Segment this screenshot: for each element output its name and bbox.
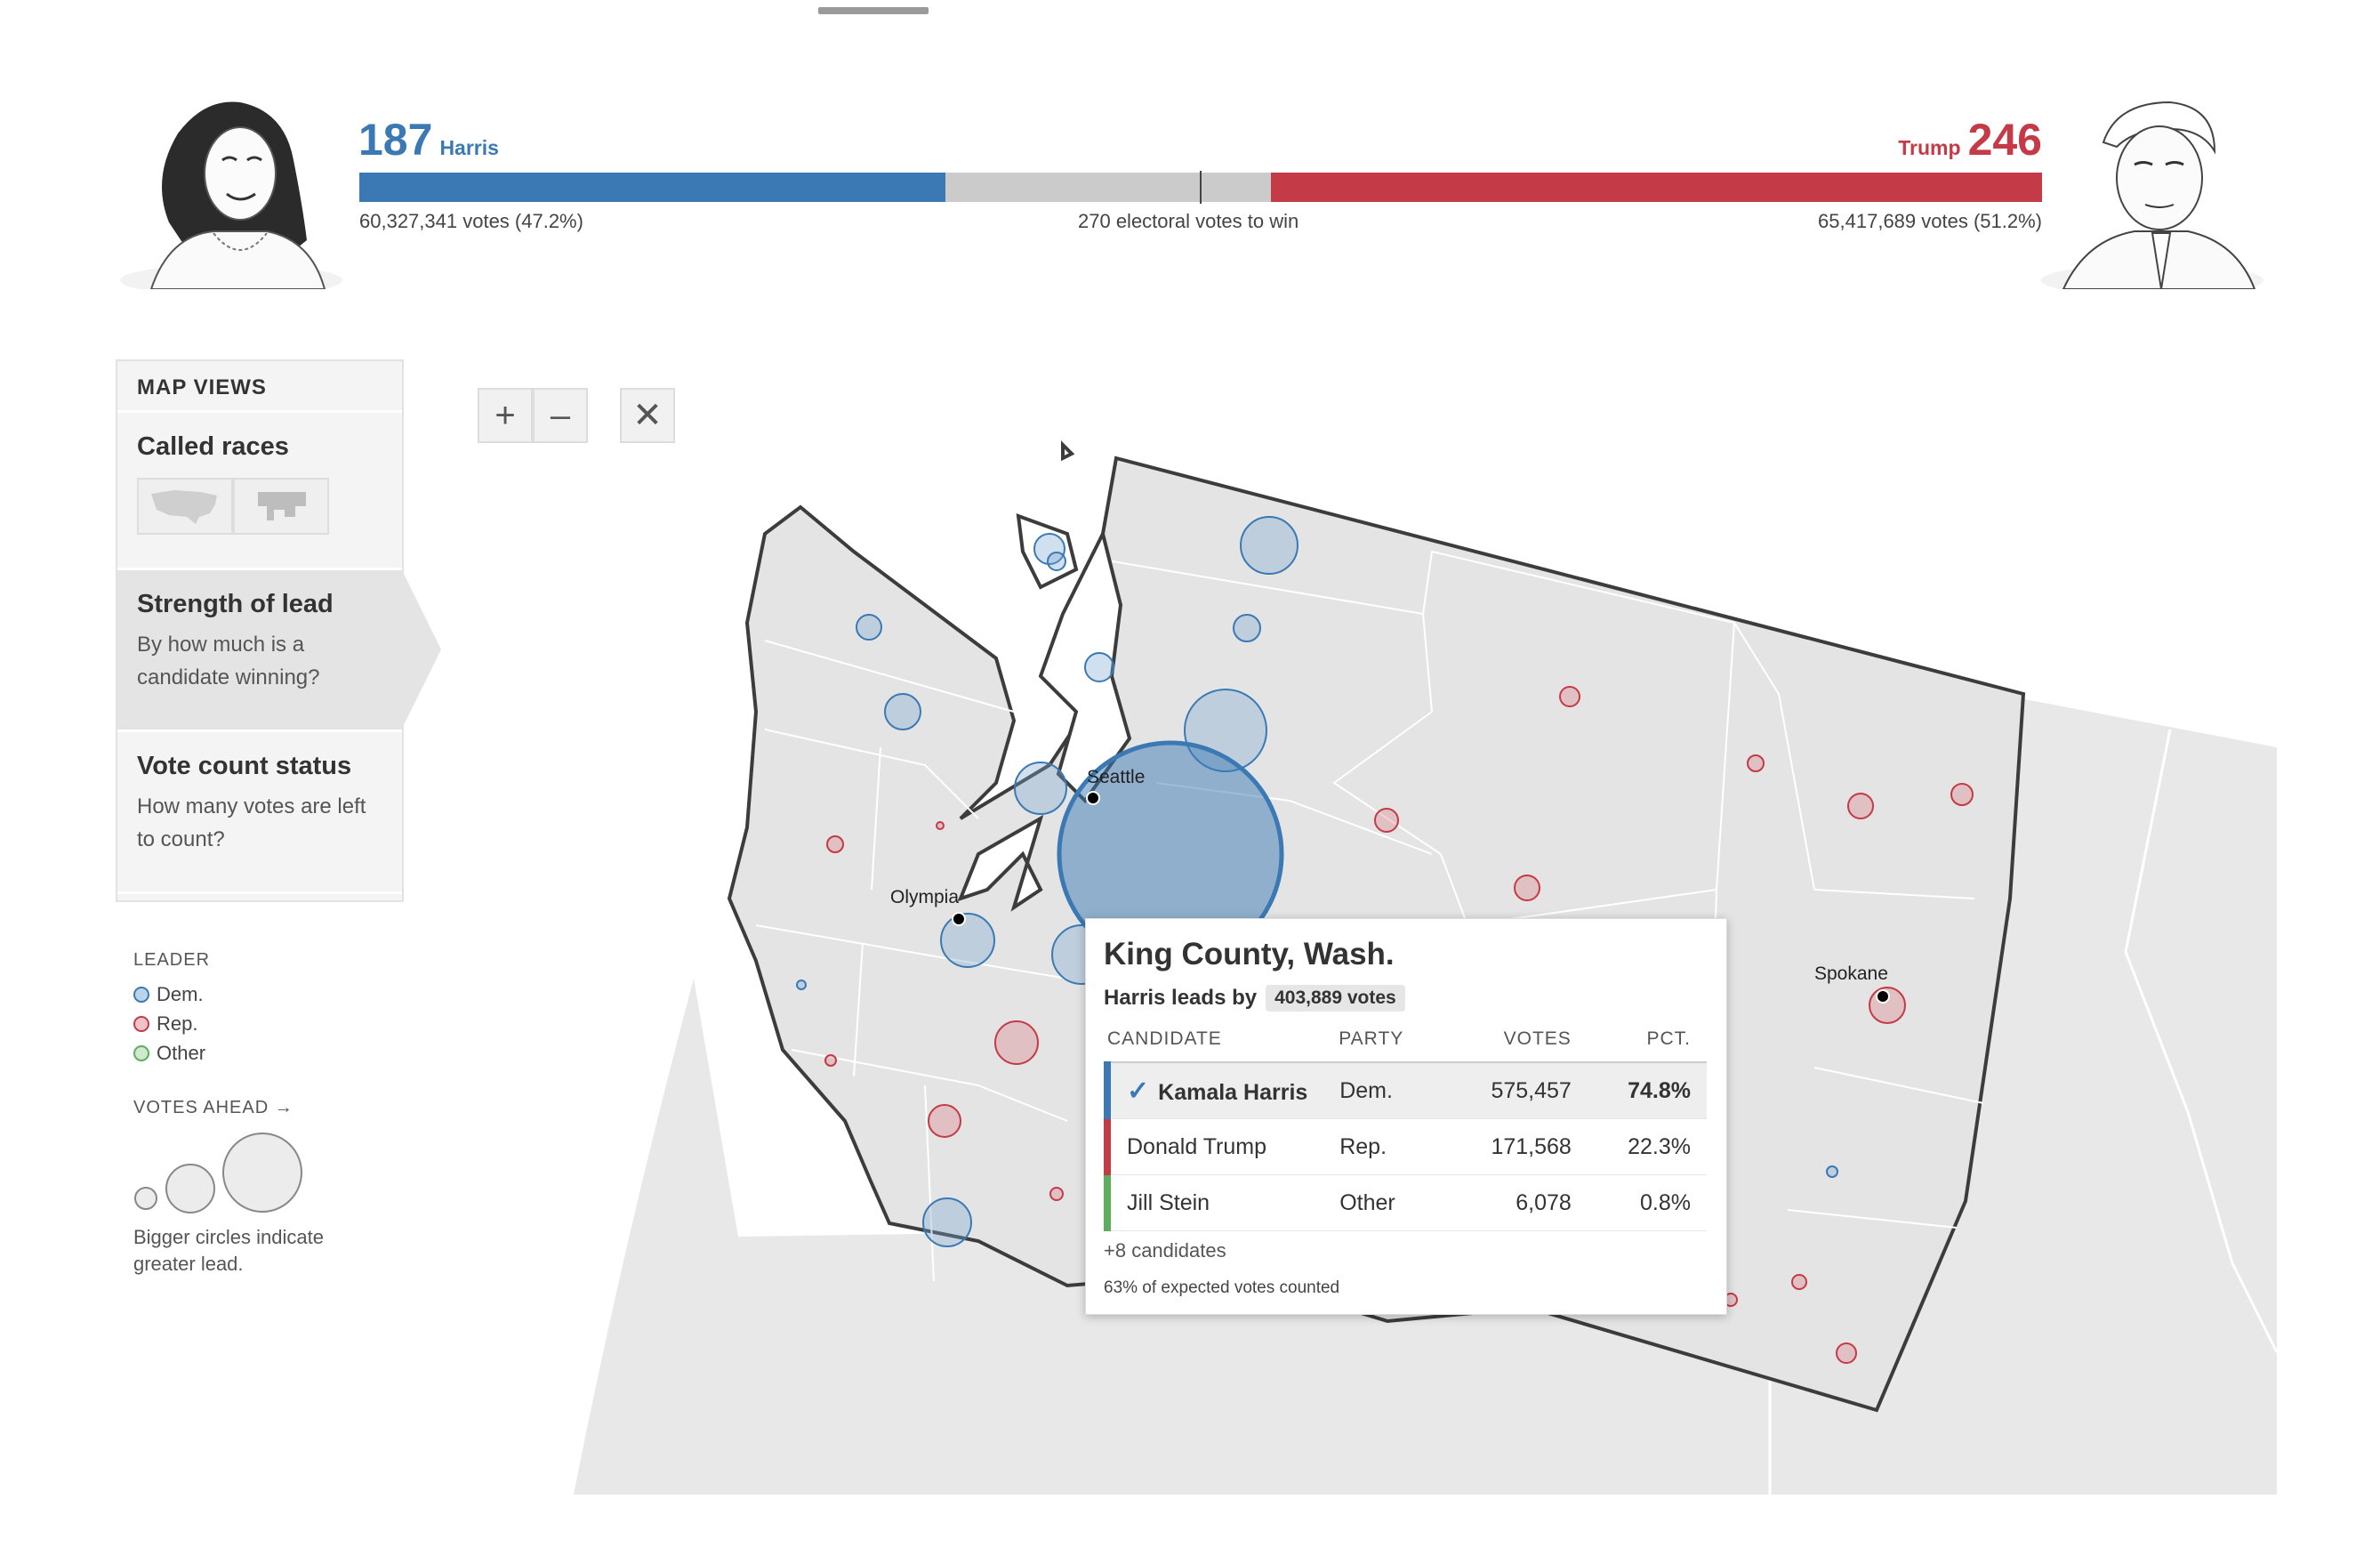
dem-county-bubble[interactable] — [1240, 516, 1299, 575]
candidate-name: Donald Trump — [1127, 1133, 1267, 1159]
rep-county-bubble[interactable] — [1374, 808, 1399, 833]
candidate-name: Kamala Harris — [1158, 1079, 1308, 1105]
rep-county-bubble[interactable] — [1559, 686, 1580, 707]
rep-county-bubble[interactable] — [1514, 875, 1540, 901]
dem-county-bubble[interactable] — [940, 913, 995, 968]
rep-county-bubble[interactable] — [1950, 783, 1974, 806]
dem-county-bubble[interactable] — [856, 614, 882, 641]
pct-cell: 22.3% — [1587, 1118, 1707, 1175]
winner-check-icon: ✓ — [1127, 1076, 1150, 1106]
party-cell: Dem. — [1339, 1062, 1451, 1119]
candidate-cell: Jill Stein — [1103, 1174, 1339, 1231]
rep-county-bubble[interactable] — [1847, 793, 1874, 819]
col-pct: PCT. — [1587, 1026, 1707, 1063]
county-tooltip: King County, Wash. Harris leads by 403,8… — [1085, 918, 1727, 1315]
dem-county-bubble[interactable] — [884, 693, 921, 730]
table-row: Jill Stein Other 6,078 0.8% — [1103, 1174, 1707, 1231]
rep-county-bubble[interactable] — [824, 1054, 837, 1067]
county-map[interactable]: Seattle Olympia Spokane — [0, 0, 2380, 1564]
rep-county-bubble[interactable] — [826, 835, 844, 853]
city-label-seattle: Seattle — [1087, 767, 1145, 787]
candidate-cell: ✓ Kamala Harris — [1103, 1062, 1339, 1119]
dem-county-bubble[interactable] — [1826, 1165, 1838, 1178]
zoom-in-button[interactable]: + — [478, 388, 533, 443]
col-party: PARTY — [1339, 1026, 1451, 1063]
rep-county-bubble[interactable] — [1747, 754, 1765, 772]
dem-county-bubble[interactable] — [1047, 552, 1066, 571]
rep-county-bubble[interactable] — [1791, 1274, 1807, 1290]
votes-cell: 6,078 — [1450, 1174, 1588, 1231]
results-table: CANDIDATE PARTY VOTES PCT. ✓ Kamala Harri… — [1103, 1026, 1707, 1231]
pct-cell: 0.8% — [1587, 1174, 1707, 1231]
party-cell: Other — [1339, 1174, 1451, 1231]
rep-county-bubble[interactable] — [1049, 1187, 1064, 1201]
rep-county-bubble[interactable] — [936, 821, 945, 830]
candidate-name: Jill Stein — [1127, 1189, 1210, 1215]
more-candidates[interactable]: +8 candidates — [1104, 1239, 1226, 1262]
dem-county-bubble[interactable] — [1233, 614, 1261, 642]
col-candidate: CANDIDATE — [1107, 1026, 1339, 1063]
rep-county-bubble[interactable] — [928, 1104, 961, 1138]
votes-cell: 575,457 — [1450, 1062, 1588, 1119]
dem-county-bubble[interactable] — [796, 980, 807, 990]
tooltip-lead-text: Harris leads by — [1104, 986, 1258, 1010]
tooltip-lead-votes: 403,889 votes — [1266, 985, 1405, 1012]
tooltip-county-name: King County, Wash. — [1104, 937, 1395, 971]
pct-cell: 74.8% — [1587, 1062, 1707, 1119]
tooltip-lead: Harris leads by 403,889 votes — [1104, 985, 1405, 1012]
rep-county-bubble[interactable] — [1836, 1342, 1857, 1364]
votes-cell: 171,568 — [1450, 1118, 1588, 1175]
col-votes: VOTES — [1450, 1026, 1588, 1063]
results-header-row: CANDIDATE PARTY VOTES PCT. — [1107, 1026, 1707, 1063]
rep-county-bubble[interactable] — [994, 1020, 1039, 1065]
expected-votes-counted: 63% of expected votes counted — [1104, 1278, 1340, 1297]
party-cell: Rep. — [1339, 1118, 1451, 1175]
table-row: ✓ Kamala Harris Dem. 575,457 74.8% — [1103, 1062, 1707, 1119]
dem-county-bubble[interactable] — [922, 1197, 972, 1247]
city-label-olympia: Olympia — [890, 887, 959, 907]
city-label-spokane: Spokane — [1814, 963, 1888, 984]
zoom-controls: + – — [478, 388, 588, 443]
reset-view-button[interactable]: ✕ — [620, 388, 675, 443]
candidate-cell: Donald Trump — [1103, 1118, 1339, 1175]
zoom-out-button[interactable]: – — [533, 388, 588, 443]
dem-county-bubble[interactable] — [1014, 762, 1067, 815]
dem-county-bubble[interactable] — [1084, 652, 1114, 682]
table-row: Donald Trump Rep. 171,568 22.3% — [1103, 1118, 1707, 1175]
